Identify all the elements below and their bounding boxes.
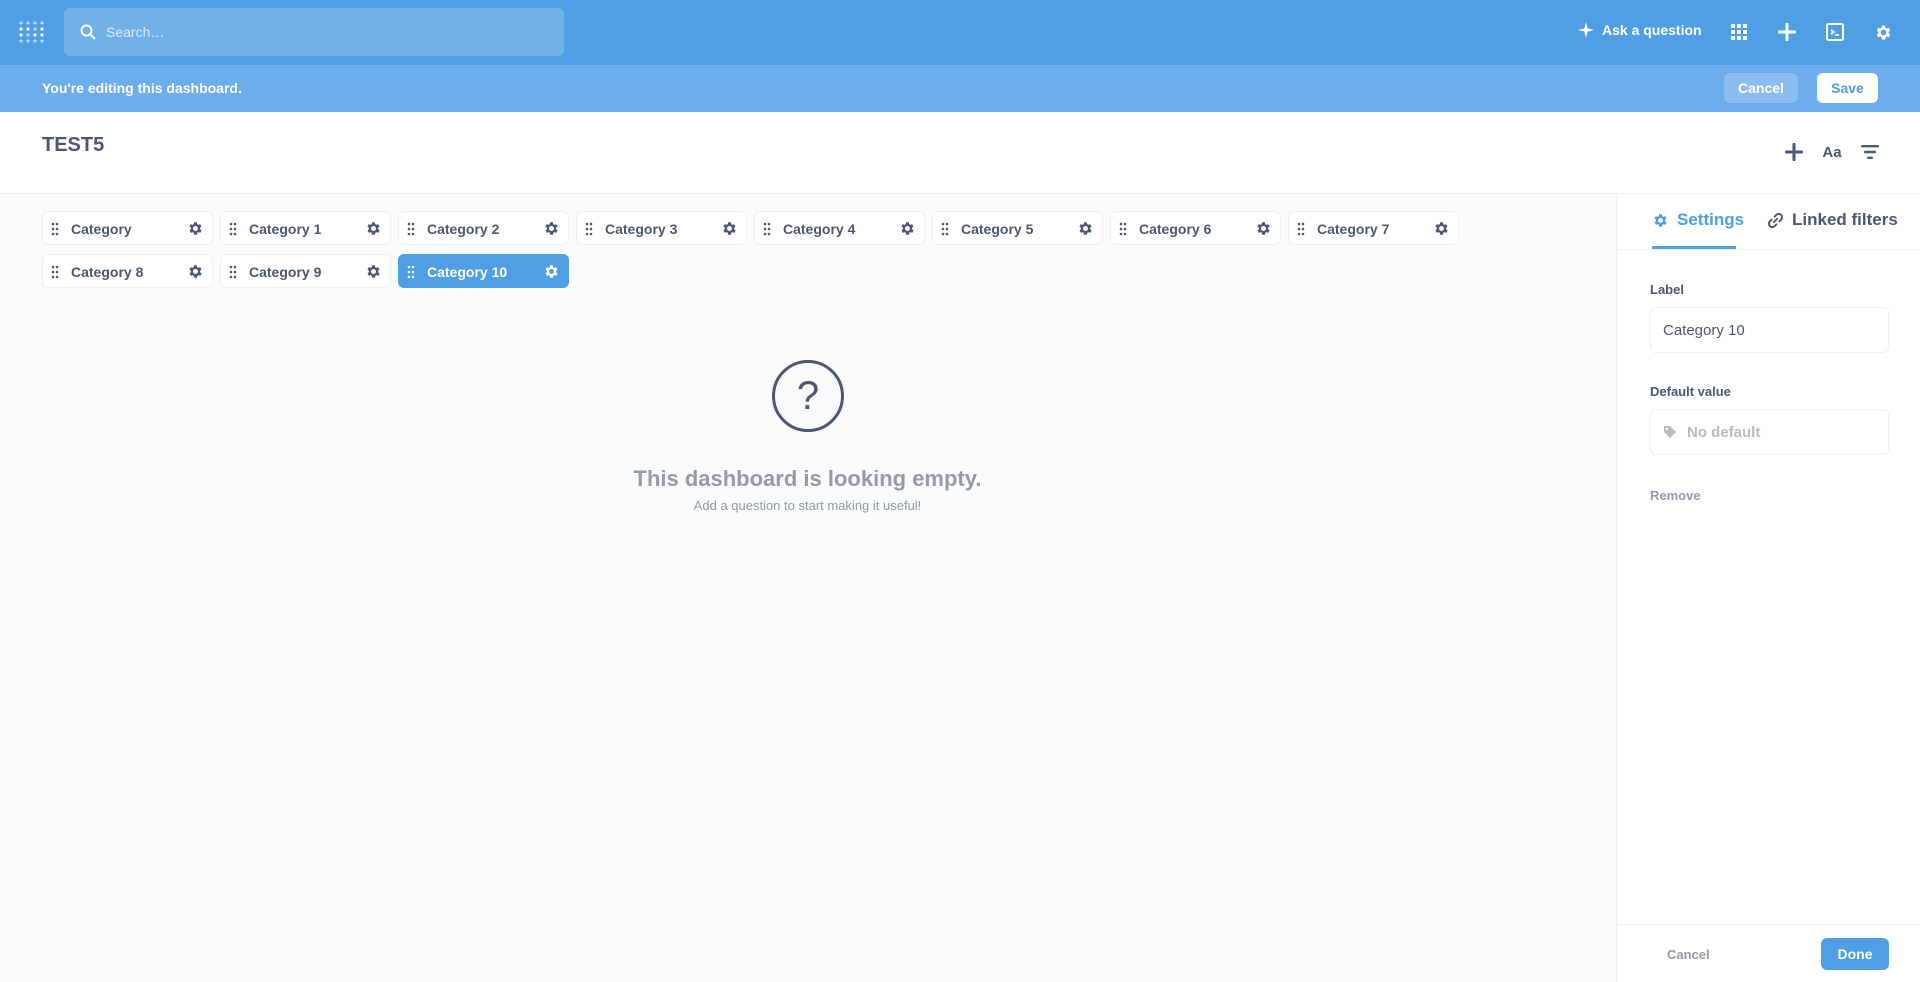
- edit-mode-bar: You're editing this dashboard. Cancel Sa…: [0, 65, 1920, 112]
- drag-handle-icon[interactable]: [1119, 222, 1127, 236]
- top-navigation: Ask a question: [0, 0, 1920, 65]
- filter-chip[interactable]: Category: [42, 211, 213, 245]
- filter-chip[interactable]: Category 9: [220, 254, 391, 288]
- filter-chip-label: Category 1: [249, 221, 322, 237]
- label-field[interactable]: [1650, 307, 1889, 353]
- drag-handle-icon[interactable]: [229, 222, 237, 236]
- empty-state-heading: This dashboard is looking empty.: [633, 466, 982, 491]
- gear-icon[interactable]: [899, 220, 916, 237]
- drag-handle-icon[interactable]: [51, 222, 59, 236]
- label-input[interactable]: [1663, 321, 1863, 339]
- drag-handle-icon[interactable]: [407, 265, 415, 279]
- tab-linked-filters[interactable]: Linked filters: [1767, 210, 1898, 230]
- drag-handle-icon[interactable]: [51, 265, 59, 279]
- filter-chip-label: Category: [71, 221, 132, 237]
- filter-chip-label: Category 3: [605, 221, 678, 237]
- dashboard-header: TEST5 Aa: [0, 112, 1920, 194]
- empty-state-subtext: Add a question to start making it useful…: [693, 498, 922, 513]
- add-question-button[interactable]: [1782, 140, 1806, 164]
- gear-icon[interactable]: [543, 220, 560, 237]
- filter-chip[interactable]: Category 2: [398, 211, 569, 245]
- tag-icon: [1664, 426, 1676, 438]
- filter-chip[interactable]: Category 8: [42, 254, 213, 288]
- filter-chip-label: Category 8: [71, 264, 144, 280]
- tab-settings-label: Settings: [1677, 210, 1745, 229]
- default-value-label: Default value: [1650, 384, 1731, 399]
- gear-icon[interactable]: [721, 220, 738, 237]
- ask-question-label: Ask a question: [1602, 22, 1702, 38]
- tab-linked-filters-label: Linked filters: [1792, 210, 1898, 229]
- remove-filter-button[interactable]: Remove: [1650, 488, 1701, 503]
- filter-chip[interactable]: Category 7: [1288, 211, 1459, 245]
- drag-handle-icon[interactable]: [1297, 222, 1305, 236]
- add-filter-button[interactable]: [1858, 140, 1882, 164]
- gear-icon[interactable]: [365, 263, 382, 280]
- text-icon: Aa: [1822, 143, 1842, 161]
- gear-icon[interactable]: [365, 220, 382, 237]
- gear-icon: [1876, 25, 1890, 39]
- new-button[interactable]: [1775, 20, 1799, 44]
- filter-chip[interactable]: Category 4: [754, 211, 925, 245]
- filter-chip-label: Category 7: [1317, 221, 1390, 237]
- gear-icon[interactable]: [187, 220, 204, 237]
- search-input[interactable]: [106, 24, 546, 40]
- filter-chip-label: Category 5: [961, 221, 1034, 237]
- filter-chip-label: Category 9: [249, 264, 322, 280]
- gear-icon[interactable]: [543, 263, 560, 280]
- gear-icon[interactable]: [187, 263, 204, 280]
- filter-icon: [1861, 145, 1879, 159]
- active-tab-indicator: [1652, 246, 1736, 249]
- search-icon: [80, 24, 96, 40]
- plus-icon: [1778, 23, 1796, 41]
- filter-chip[interactable]: Category 6: [1110, 211, 1281, 245]
- add-text-button[interactable]: Aa: [1820, 140, 1844, 164]
- sidebar-footer: Cancel Done: [1617, 924, 1920, 982]
- empty-state: ? This dashboard is looking empty. Add a…: [580, 359, 1035, 513]
- filter-chip-label: Category 4: [783, 221, 856, 237]
- drag-handle-icon[interactable]: [941, 222, 949, 236]
- drag-handle-icon[interactable]: [763, 222, 771, 236]
- dashboard-title[interactable]: TEST5: [42, 134, 104, 157]
- drag-handle-icon[interactable]: [407, 222, 415, 236]
- tab-settings[interactable]: Settings: [1652, 210, 1744, 230]
- filter-chip-label: Category 2: [427, 221, 500, 237]
- link-icon: [1767, 212, 1784, 228]
- search-bar[interactable]: [64, 8, 564, 56]
- filter-chip-label: Category 10: [427, 264, 508, 280]
- gear-icon: [1654, 213, 1667, 227]
- save-dashboard-button[interactable]: Save: [1817, 73, 1878, 103]
- question-mark-icon: ?: [771, 360, 844, 432]
- gear-icon[interactable]: [1077, 220, 1094, 237]
- sidebar-done-button[interactable]: Done: [1821, 938, 1889, 970]
- dashboard-canvas: Category Category 1 Category 2 Category 3 Ca…: [0, 194, 1616, 982]
- drag-handle-icon[interactable]: [229, 265, 237, 279]
- filter-chip[interactable]: Category 3: [576, 211, 747, 245]
- default-value-field[interactable]: No default: [1650, 409, 1889, 455]
- browse-grid-button[interactable]: [1727, 20, 1751, 44]
- gear-icon[interactable]: [1433, 220, 1450, 237]
- ask-question-button[interactable]: Ask a question: [1578, 22, 1702, 38]
- logo-icon[interactable]: [18, 20, 46, 44]
- svg-text:?: ?: [796, 374, 818, 418]
- filter-settings-sidebar: Settings Linked filters Label Default va…: [1616, 194, 1920, 982]
- plus-icon: [1785, 143, 1803, 161]
- filter-chip[interactable]: Category 1: [220, 211, 391, 245]
- filter-chip[interactable]: Category 10: [398, 254, 569, 288]
- gear-icon[interactable]: [1255, 220, 1272, 237]
- cancel-edit-button[interactable]: Cancel: [1724, 73, 1798, 103]
- drag-handle-icon[interactable]: [585, 222, 593, 236]
- terminal-icon: [1826, 23, 1844, 41]
- sidebar-tabs: Settings Linked filters: [1617, 194, 1920, 250]
- filter-chip[interactable]: Category 5: [932, 211, 1103, 245]
- sparkle-icon: [1578, 22, 1594, 38]
- default-value-placeholder: No default: [1687, 423, 1761, 441]
- sidebar-cancel-button[interactable]: Cancel: [1667, 947, 1710, 962]
- sql-editor-button[interactable]: [1823, 20, 1847, 44]
- edit-mode-message: You're editing this dashboard.: [42, 80, 242, 96]
- settings-button[interactable]: [1871, 20, 1895, 44]
- label-field-label: Label: [1650, 282, 1684, 297]
- grid-icon: [1731, 24, 1747, 40]
- filter-chip-label: Category 6: [1139, 221, 1212, 237]
